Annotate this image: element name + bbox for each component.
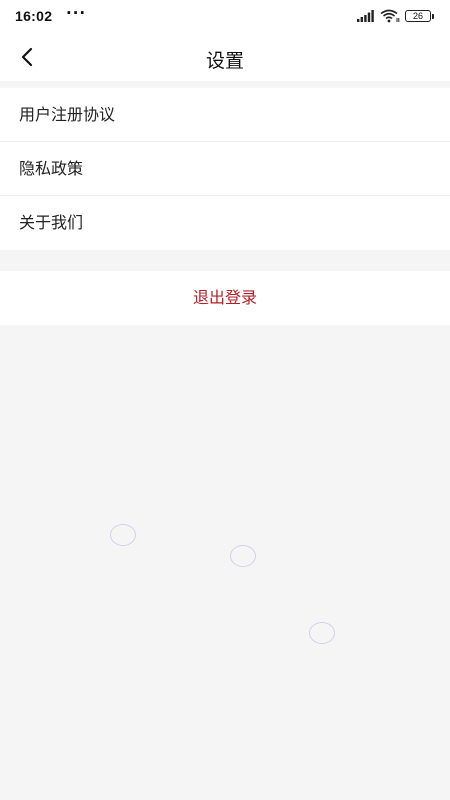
header-bar: 设置 [0,33,450,81]
logout-button[interactable]: 退出登录 [0,271,450,325]
decorative-circle [309,622,335,644]
settings-menu: 用户注册协议 隐私政策 关于我们 [0,88,450,250]
status-bar: 16:02 ··· 26 [0,0,450,33]
status-time: 16:02 [15,8,53,24]
wifi-icon [380,9,400,23]
menu-item-user-agreement[interactable]: 用户注册协议 [0,88,450,142]
menu-item-about-us[interactable]: 关于我们 [0,196,450,250]
decorative-circle [110,524,136,546]
settings-screen: 16:02 ··· 26 设置 用户注册协议 隐私政策 关于我们 退出登录 [0,0,450,800]
menu-item-privacy-policy[interactable]: 隐私政策 [0,142,450,196]
battery-icon: 26 [405,10,434,22]
decorative-circle [230,545,256,567]
page-title: 设置 [205,50,244,72]
more-dots-icon: ··· [66,4,87,22]
signal-icon [357,10,374,22]
